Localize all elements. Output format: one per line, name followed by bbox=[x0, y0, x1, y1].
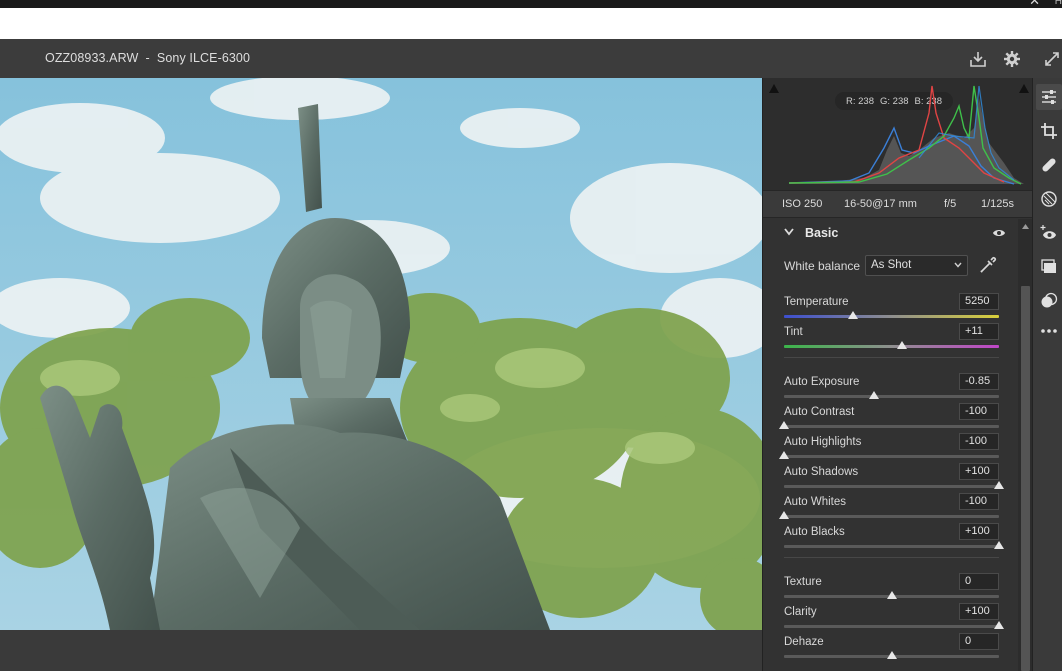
white-balance-dropdown[interactable]: As Shot bbox=[865, 255, 968, 276]
texture-label: Texture bbox=[784, 576, 822, 588]
clarity-slider[interactable]: Clarity +100 bbox=[784, 603, 1004, 636]
statue-photo bbox=[0, 78, 762, 630]
clarity-label: Clarity bbox=[784, 606, 817, 618]
texture-slider[interactable]: Texture 0 bbox=[784, 573, 999, 606]
panel-scrollbar[interactable] bbox=[1018, 219, 1033, 671]
auto-blacks-label: Auto Blacks bbox=[784, 526, 845, 538]
auto-whites-value-field[interactable]: -100 bbox=[959, 493, 999, 510]
temperature-track[interactable] bbox=[784, 315, 999, 318]
auto-exposure-label: Auto Exposure bbox=[784, 376, 860, 388]
lens-value: 16-50@17 mm bbox=[844, 198, 917, 210]
auto-contrast-label: Auto Contrast bbox=[784, 406, 855, 418]
presets-icon[interactable] bbox=[1036, 288, 1062, 314]
tint-slider[interactable]: Tint +11 bbox=[784, 323, 999, 356]
temperature-thumb[interactable] bbox=[847, 311, 858, 319]
section-divider bbox=[784, 357, 999, 358]
edit-panel: R: 238 G: 238 B: 238 ISO 250 16-50@17 mm… bbox=[762, 78, 1033, 671]
dehaze-slider[interactable]: Dehaze 0 bbox=[784, 633, 999, 666]
gear-icon[interactable] bbox=[1001, 48, 1023, 70]
auto-shadows-thumb[interactable] bbox=[994, 481, 1004, 489]
aperture-value: f/5 bbox=[944, 198, 957, 210]
chevron-down-icon bbox=[954, 262, 962, 268]
auto-contrast-value-field[interactable]: -100 bbox=[959, 403, 999, 420]
auto-highlights-slider[interactable]: Auto Highlights -100 bbox=[779, 433, 999, 466]
file-title: OZZ08933.ARW - Sony ILCE-6300 bbox=[45, 51, 251, 65]
auto-highlights-thumb[interactable] bbox=[779, 451, 789, 459]
auto-contrast-track[interactable] bbox=[784, 425, 999, 428]
tint-thumb[interactable] bbox=[897, 341, 908, 349]
crop-icon[interactable] bbox=[1036, 118, 1062, 144]
histogram-graph bbox=[788, 85, 1024, 185]
auto-blacks-value-field[interactable]: +100 bbox=[959, 523, 999, 540]
chevron-down-icon[interactable] bbox=[783, 227, 795, 237]
histogram: R: 238 G: 238 B: 238 bbox=[763, 78, 1033, 190]
help-icon[interactable]: H bbox=[1055, 0, 1062, 8]
texture-value-field[interactable]: 0 bbox=[959, 573, 999, 590]
auto-whites-thumb[interactable] bbox=[779, 511, 789, 519]
section-divider bbox=[784, 557, 999, 558]
tool-strip bbox=[1032, 78, 1062, 671]
window-close-button[interactable]: ✕ bbox=[1029, 0, 1040, 8]
mask-icon[interactable] bbox=[1036, 186, 1062, 212]
auto-blacks-thumb[interactable] bbox=[994, 541, 1004, 549]
clarity-thumb[interactable] bbox=[994, 621, 1004, 629]
basic-section-header[interactable]: Basic bbox=[763, 219, 1018, 247]
auto-shadows-value-field[interactable]: +100 bbox=[959, 463, 999, 480]
healing-icon[interactable] bbox=[1036, 152, 1062, 178]
auto-shadows-slider[interactable]: Auto Shadows +100 bbox=[784, 463, 1004, 496]
white-balance-value: As Shot bbox=[871, 259, 912, 271]
texture-thumb[interactable] bbox=[886, 591, 897, 599]
white-balance-label: White balance bbox=[784, 259, 861, 273]
filmstrip-area bbox=[0, 630, 762, 671]
auto-highlights-label: Auto Highlights bbox=[784, 436, 862, 448]
dehaze-thumb[interactable] bbox=[886, 651, 897, 659]
auto-shadows-track[interactable] bbox=[784, 485, 999, 488]
tint-label: Tint bbox=[784, 326, 803, 338]
auto-shadows-label: Auto Shadows bbox=[784, 466, 859, 478]
tint-value-field[interactable]: +11 bbox=[959, 323, 999, 340]
eyedropper-icon[interactable] bbox=[978, 255, 998, 275]
auto-exposure-thumb[interactable] bbox=[869, 391, 880, 399]
more-icon[interactable] bbox=[1036, 318, 1062, 344]
save-icon[interactable] bbox=[967, 48, 989, 70]
auto-whites-track[interactable] bbox=[784, 515, 999, 518]
eye-icon[interactable] bbox=[992, 227, 1006, 239]
scrollbar-thumb[interactable] bbox=[1021, 286, 1030, 671]
clarity-track[interactable] bbox=[784, 625, 999, 628]
snapshots-icon[interactable] bbox=[1036, 254, 1062, 280]
dehaze-label: Dehaze bbox=[784, 636, 824, 648]
auto-exposure-slider[interactable]: Auto Exposure -0.85 bbox=[784, 373, 999, 406]
iso-value: ISO 250 bbox=[782, 198, 823, 210]
auto-highlights-track[interactable] bbox=[784, 455, 999, 458]
exif-bar: ISO 250 16-50@17 mm f/5 1/125s bbox=[763, 190, 1033, 218]
auto-contrast-thumb[interactable] bbox=[779, 421, 789, 429]
auto-whites-label: Auto Whites bbox=[784, 496, 846, 508]
fullscreen-icon[interactable] bbox=[1041, 48, 1062, 70]
camera-raw-header: OZZ08933.ARW - Sony ILCE-6300 bbox=[0, 39, 1062, 78]
shutter-value: 1/125s bbox=[981, 198, 1015, 210]
auto-exposure-value-field[interactable]: -0.85 bbox=[959, 373, 999, 390]
image-canvas[interactable] bbox=[0, 78, 762, 630]
clarity-value-field[interactable]: +100 bbox=[959, 603, 999, 620]
temperature-value-field[interactable]: 5250 bbox=[959, 293, 999, 310]
scroll-up-icon[interactable] bbox=[1021, 223, 1030, 230]
auto-blacks-track[interactable] bbox=[784, 545, 999, 548]
temperature-label: Temperature bbox=[784, 296, 849, 308]
edit-sliders-icon[interactable] bbox=[1036, 84, 1062, 110]
auto-blacks-slider[interactable]: Auto Blacks +100 bbox=[784, 523, 1004, 556]
temperature-slider[interactable]: Temperature 5250 bbox=[784, 293, 999, 326]
auto-exposure-track[interactable] bbox=[784, 395, 999, 398]
auto-contrast-slider[interactable]: Auto Contrast -100 bbox=[779, 403, 999, 436]
tint-track[interactable] bbox=[784, 345, 999, 348]
auto-whites-slider[interactable]: Auto Whites -100 bbox=[779, 493, 999, 526]
os-title-bar: ✕ H bbox=[0, 0, 1062, 8]
dehaze-value-field[interactable]: 0 bbox=[959, 633, 999, 650]
redeye-icon[interactable] bbox=[1036, 220, 1062, 246]
auto-highlights-value-field[interactable]: -100 bbox=[959, 433, 999, 450]
basic-section-title: Basic bbox=[805, 226, 839, 240]
title-strip bbox=[0, 8, 1062, 39]
